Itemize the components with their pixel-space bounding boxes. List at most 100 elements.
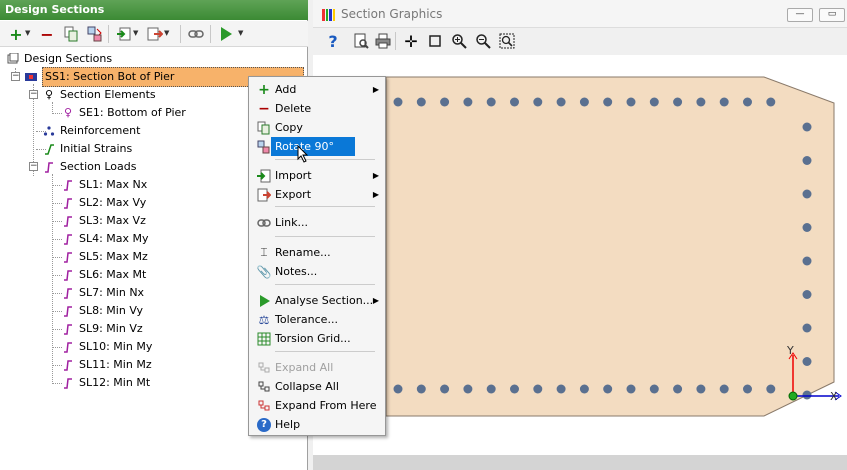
tree-item-load[interactable]: SL6: Max Mt — [61, 266, 146, 284]
rebar-dot — [556, 97, 566, 107]
context-menu: + Add ▶ − Delete Copy Rotate 90° Import ▶ Export ▶… — [248, 76, 386, 436]
delete-icon[interactable]: − — [37, 24, 57, 44]
tree-item-initial-strains[interactable]: Initial Strains — [42, 140, 132, 158]
rebar-dot — [416, 384, 426, 394]
axis-y-label: Y — [786, 344, 794, 357]
rebar-dot — [649, 97, 659, 107]
tree-item-load[interactable]: SL8: Min Vy — [61, 302, 143, 320]
menu-item-notes[interactable]: 📎 Notes... — [251, 262, 383, 281]
tree-item-load[interactable]: SL1: Max Nx — [61, 176, 147, 194]
tree-item-load[interactable]: SL11: Min Mz — [61, 356, 152, 374]
app-icon — [322, 9, 335, 21]
tree-item-load[interactable]: SL2: Max Vy — [61, 194, 146, 212]
zoom-out-icon[interactable] — [473, 31, 493, 51]
rebar-dot — [579, 97, 589, 107]
collapse-toggle[interactable]: − — [11, 72, 20, 81]
import-dropdown-icon[interactable]: ▼ — [133, 29, 138, 37]
submenu-arrow-icon: ▶ — [372, 171, 379, 180]
rebar-dot — [802, 390, 812, 400]
load-icon — [61, 214, 75, 228]
rebar-dot — [393, 97, 403, 107]
axis-x-label: X — [830, 390, 838, 403]
play-icon — [255, 293, 273, 309]
rebar-dot — [510, 384, 519, 394]
tree-item-se1[interactable]: ♀ SE1: Bottom of Pier — [61, 104, 186, 122]
rebar-dot — [719, 97, 729, 107]
menu-item-delete[interactable]: − Delete — [251, 99, 383, 118]
menu-item-analyse-section[interactable]: Analyse Section... ▶ — [251, 291, 383, 310]
help-icon[interactable]: ? — [323, 31, 343, 51]
rebar-dot — [440, 97, 450, 107]
balance-icon: ⚖ — [258, 312, 270, 327]
add-icon[interactable]: + — [6, 24, 26, 44]
zoom-in-icon[interactable] — [449, 31, 469, 51]
plus-icon: + — [258, 81, 270, 98]
menu-item-add[interactable]: + Add ▶ — [251, 80, 383, 99]
collapse-toggle[interactable]: − — [29, 162, 38, 171]
rebar-dot — [743, 97, 752, 107]
analyse-dropdown-icon[interactable]: ▼ — [238, 29, 243, 37]
load-icon — [61, 286, 75, 300]
export-icon[interactable] — [145, 24, 165, 44]
load-icon — [61, 358, 75, 372]
tree-item-load[interactable]: SL5: Max Mz — [61, 248, 148, 266]
tree-item-load[interactable]: SL7: Min Nx — [61, 284, 144, 302]
submenu-arrow-icon: ▶ — [372, 296, 379, 305]
menu-item-help[interactable]: ? Help — [251, 415, 383, 434]
copy-icon[interactable] — [61, 24, 81, 44]
print-preview-icon[interactable] — [351, 31, 371, 51]
menu-item-expand-from-here[interactable]: Expand From Here — [251, 396, 383, 415]
add-dropdown-icon[interactable]: ▼ — [25, 29, 30, 37]
tree-root[interactable]: Design Sections — [6, 50, 112, 68]
collapse-toggle[interactable]: − — [29, 90, 38, 99]
minimize-button[interactable]: — — [787, 8, 813, 22]
restore-button[interactable]: ▭ — [819, 8, 845, 22]
rebar-dot — [766, 384, 776, 394]
left-toolbar: + ▼ − ▼ ▼ ▼ — [0, 21, 308, 47]
tree-item-reinforcement[interactable]: Reinforcement — [42, 122, 140, 140]
rebar-dot — [486, 97, 496, 107]
rebar-dot — [696, 97, 706, 107]
menu-item-import[interactable]: Import ▶ — [251, 166, 383, 185]
load-icon — [42, 160, 56, 174]
rotate-icon[interactable] — [85, 24, 105, 44]
menu-item-rename[interactable]: ⌶ Rename... — [251, 243, 383, 262]
link-icon[interactable] — [186, 24, 206, 44]
tree-item-load[interactable]: SL3: Max Vz — [61, 212, 146, 230]
rebar-dot — [743, 384, 752, 394]
menu-item-tolerance[interactable]: ⚖ Tolerance... — [251, 310, 383, 329]
rebar-dot — [463, 97, 473, 107]
pan-icon[interactable]: ✛ — [401, 31, 421, 51]
load-icon — [61, 322, 75, 336]
help-icon: ? — [255, 417, 273, 433]
design-sections-icon — [6, 52, 20, 66]
mouse-cursor-icon — [297, 144, 309, 166]
analyse-icon[interactable] — [216, 24, 236, 44]
rebar-dot — [626, 97, 636, 107]
tree-item-load[interactable]: SL4: Max My — [61, 230, 149, 248]
tree-item-load[interactable]: SL9: Min Vz — [61, 320, 143, 338]
tree-item-section-loads[interactable]: Section Loads — [42, 158, 136, 176]
menu-item-export[interactable]: Export ▶ — [251, 185, 383, 204]
menu-item-torsion-grid[interactable]: Torsion Grid... — [251, 329, 383, 348]
load-icon — [61, 232, 75, 246]
export-dropdown-icon[interactable]: ▼ — [164, 29, 169, 37]
menu-item-link[interactable]: Link... — [251, 213, 383, 232]
tree-item-load[interactable]: SL12: Min Mt — [61, 374, 150, 392]
zoom-extents-icon[interactable] — [497, 31, 517, 51]
rebar-dot — [533, 97, 543, 107]
rebar-dot — [649, 384, 659, 394]
print-icon[interactable] — [373, 31, 393, 51]
menu-item-rotate-90[interactable]: Rotate 90° — [251, 137, 383, 156]
minus-icon: − — [258, 100, 270, 117]
import-icon[interactable] — [114, 24, 134, 44]
copy-icon — [255, 120, 273, 136]
graphics-canvas[interactable]: Y X — [313, 55, 847, 455]
menu-item-copy[interactable]: Copy — [251, 118, 383, 137]
load-icon — [61, 196, 75, 210]
menu-item-collapse-all[interactable]: Collapse All — [251, 377, 383, 396]
graphics-toolbar: ? ✛ — [313, 28, 847, 54]
zoom-window-icon[interactable] — [425, 31, 445, 51]
tree-item-load[interactable]: SL10: Min My — [61, 338, 152, 356]
tree-item-section-elements[interactable]: ♀ Section Elements — [42, 86, 156, 104]
